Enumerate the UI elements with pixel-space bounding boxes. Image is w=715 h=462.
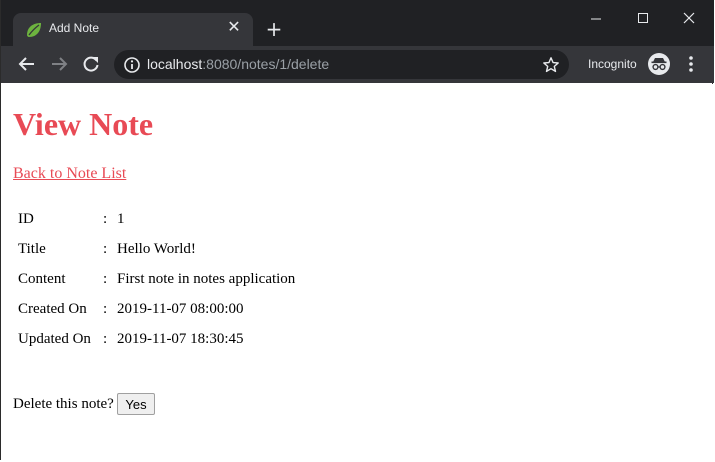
delete-prompt: Delete this note? xyxy=(13,396,114,412)
field-separator: : xyxy=(103,331,108,347)
tab-title: Add Note xyxy=(49,21,100,35)
field-value: Hello World! xyxy=(117,241,196,257)
url-path: :8080/notes/1/delete xyxy=(202,56,330,72)
field-label: Updated On xyxy=(18,331,91,347)
field-label: Title xyxy=(18,241,46,257)
maximize-icon[interactable] xyxy=(626,6,660,30)
browser-toolbar: localhost:8080/notes/1/delete Incognito xyxy=(1,46,714,83)
browser-window: Add Note ✕ + localhost:8080/notes/1/dele xyxy=(0,0,714,460)
browser-tab[interactable]: Add Note ✕ xyxy=(13,13,253,46)
field-separator: : xyxy=(103,271,108,287)
page-content: View Note Back to Note List ID : 1 Title… xyxy=(1,84,714,460)
plus-icon[interactable]: + xyxy=(263,18,285,40)
spring-leaf-icon xyxy=(25,21,43,39)
info-icon[interactable] xyxy=(123,56,141,74)
more-vert-icon[interactable] xyxy=(681,54,701,74)
url-host: localhost xyxy=(147,56,203,72)
field-separator: : xyxy=(103,241,108,257)
yes-button[interactable]: Yes xyxy=(117,393,155,415)
page-title: View Note xyxy=(13,106,154,142)
field-label: Created On xyxy=(18,301,87,317)
field-value: 1 xyxy=(117,211,125,227)
close-icon[interactable]: ✕ xyxy=(225,18,243,36)
field-value: First note in notes application xyxy=(117,271,296,287)
forward-arrow-icon[interactable] xyxy=(49,54,69,74)
star-icon[interactable] xyxy=(542,56,560,74)
field-separator: : xyxy=(103,211,108,227)
url-text: localhost:8080/notes/1/delete xyxy=(147,56,329,72)
title-bar: Add Note ✕ + xyxy=(1,0,714,46)
back-to-list-link[interactable]: Back to Note List xyxy=(13,165,126,183)
address-bar[interactable]: localhost:8080/notes/1/delete xyxy=(114,50,569,79)
incognito-icon[interactable] xyxy=(647,52,671,76)
minimize-icon[interactable] xyxy=(579,6,613,30)
reload-icon[interactable] xyxy=(81,54,101,74)
field-value: 2019-11-07 18:30:45 xyxy=(117,331,244,347)
field-label: Content xyxy=(18,271,66,287)
window-close-icon[interactable] xyxy=(672,6,706,30)
incognito-label: Incognito xyxy=(588,57,637,71)
field-value: 2019-11-07 08:00:00 xyxy=(117,301,244,317)
field-separator: : xyxy=(103,301,108,317)
field-label: ID xyxy=(18,211,34,227)
back-arrow-icon[interactable] xyxy=(17,54,37,74)
